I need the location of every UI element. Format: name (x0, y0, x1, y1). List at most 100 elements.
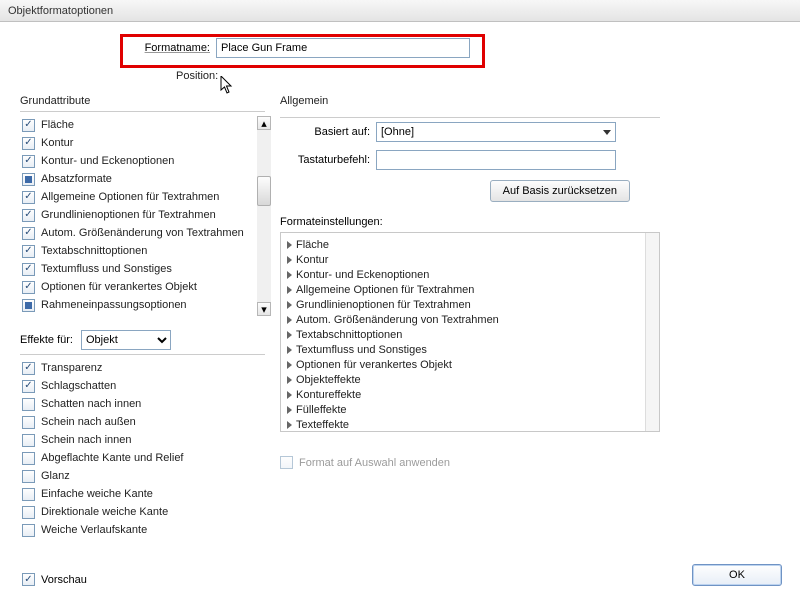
attr-checkbox[interactable] (22, 137, 35, 150)
attr-label: Kontur (41, 137, 73, 149)
position-label: Position: (176, 70, 218, 82)
effect-checkbox[interactable] (22, 470, 35, 483)
attr-scrollbar[interactable]: ▴ ▾ (257, 116, 271, 316)
list-item[interactable]: Kontur- und Eckenoptionen (20, 152, 265, 170)
attr-checkbox[interactable] (22, 299, 35, 312)
effects-for-label: Effekte für: (20, 334, 73, 346)
list-item[interactable]: Glanz (20, 467, 265, 485)
tree-row[interactable]: Autom. Größenänderung von Textrahmen (287, 312, 653, 327)
scroll-thumb[interactable] (257, 176, 271, 206)
list-item[interactable]: Schein nach innen (20, 431, 265, 449)
preview-checkbox[interactable] (22, 573, 35, 586)
effect-label: Schein nach außen (41, 416, 136, 428)
list-item[interactable]: Weiche Verlaufskante (20, 521, 265, 539)
expand-triangle-icon[interactable] (287, 331, 292, 339)
scroll-down-icon[interactable]: ▾ (257, 302, 271, 316)
attr-checkbox[interactable] (22, 155, 35, 168)
effect-label: Einfache weiche Kante (41, 488, 153, 500)
effect-checkbox[interactable] (22, 398, 35, 411)
list-item[interactable]: Allgemeine Optionen für Textrahmen (20, 188, 265, 206)
expand-triangle-icon[interactable] (287, 271, 292, 279)
expand-triangle-icon[interactable] (287, 391, 292, 399)
attr-checkbox[interactable] (22, 245, 35, 258)
expand-triangle-icon[interactable] (287, 286, 292, 294)
attr-label: Textumfluss und Sonstiges (41, 263, 172, 275)
tree-row[interactable]: Optionen für verankertes Objekt (287, 357, 653, 372)
list-item[interactable]: Direktionale weiche Kante (20, 503, 265, 521)
expand-triangle-icon[interactable] (287, 256, 292, 264)
shortcut-input[interactable] (376, 150, 616, 170)
attr-checkbox[interactable] (22, 281, 35, 294)
list-item[interactable]: Transparenz (20, 359, 265, 377)
expand-triangle-icon[interactable] (287, 421, 292, 429)
effect-label: Direktionale weiche Kante (41, 506, 168, 518)
list-item[interactable]: Kontur (20, 134, 265, 152)
effect-label: Abgeflachte Kante und Relief (41, 452, 184, 464)
expand-triangle-icon[interactable] (287, 316, 292, 324)
list-item[interactable]: Autom. Größenänderung von Textrahmen (20, 224, 265, 242)
effect-checkbox[interactable] (22, 488, 35, 501)
tree-row-label: Autom. Größenänderung von Textrahmen (296, 314, 499, 326)
preview-label: Vorschau (41, 574, 87, 586)
expand-triangle-icon[interactable] (287, 406, 292, 414)
cursor-icon (220, 76, 234, 94)
expand-triangle-icon[interactable] (287, 346, 292, 354)
list-item[interactable]: Absatzformate (20, 170, 265, 188)
list-item[interactable]: Rahmeneinpassungsoptionen (20, 296, 265, 314)
expand-triangle-icon[interactable] (287, 376, 292, 384)
list-item[interactable]: Textabschnittoptionen (20, 242, 265, 260)
attr-label: Allgemeine Optionen für Textrahmen (41, 191, 219, 203)
effects-list: Transparenz Schlagschatten Schatten nach i… (20, 359, 265, 539)
tree-row-label: Kontur (296, 254, 328, 266)
formatname-input[interactable] (216, 38, 470, 58)
attr-checkbox[interactable] (22, 263, 35, 276)
based-on-combo[interactable]: [Ohne] (376, 122, 616, 142)
tree-row[interactable]: Textumfluss und Sonstiges (287, 342, 653, 357)
ok-button[interactable]: OK (692, 564, 782, 586)
attr-checkbox[interactable] (22, 227, 35, 240)
list-item[interactable]: Schein nach außen (20, 413, 265, 431)
tree-row[interactable]: Textabschnittoptionen (287, 327, 653, 342)
effect-checkbox[interactable] (22, 506, 35, 519)
list-item[interactable]: Grundlinienoptionen für Textrahmen (20, 206, 265, 224)
attr-checkbox[interactable] (22, 191, 35, 204)
reset-to-base-button[interactable]: Auf Basis zurücksetzen (490, 180, 630, 202)
format-settings-tree[interactable]: Fläche Kontur Kontur- und EckenoptionenAll… (280, 232, 660, 432)
effect-checkbox[interactable] (22, 362, 35, 375)
effect-checkbox[interactable] (22, 524, 35, 537)
tree-row[interactable]: Kontur- und Eckenoptionen (287, 267, 653, 282)
tree-row[interactable]: Allgemeine Optionen für Textrahmen (287, 282, 653, 297)
effect-checkbox[interactable] (22, 452, 35, 465)
tree-row[interactable]: Kontur (287, 252, 653, 267)
attr-checkbox[interactable] (22, 209, 35, 222)
effects-for-select[interactable]: Objekt (81, 330, 171, 350)
list-item[interactable]: Optionen für verankertes Objekt (20, 278, 265, 296)
tree-row-label: Kontur- und Eckenoptionen (296, 269, 429, 281)
effect-checkbox[interactable] (22, 380, 35, 393)
effect-checkbox[interactable] (22, 416, 35, 429)
list-item[interactable]: Einfache weiche Kante (20, 485, 265, 503)
tree-row[interactable]: Fülleffekte (287, 402, 653, 417)
expand-triangle-icon[interactable] (287, 361, 292, 369)
tree-row-label: Grundlinienoptionen für Textrahmen (296, 299, 471, 311)
attr-label: Kontur- und Eckenoptionen (41, 155, 174, 167)
tree-row[interactable]: Objekteffekte (287, 372, 653, 387)
expand-triangle-icon[interactable] (287, 241, 292, 249)
list-item[interactable]: Fläche (20, 116, 265, 134)
list-item[interactable]: Schlagschatten (20, 377, 265, 395)
list-item[interactable]: Schatten nach innen (20, 395, 265, 413)
tree-row[interactable]: Grundlinienoptionen für Textrahmen (287, 297, 653, 312)
tree-row[interactable]: Kontureffekte (287, 387, 653, 402)
attr-checkbox[interactable] (22, 173, 35, 186)
tree-row[interactable]: Texteffekte (287, 417, 653, 432)
effect-checkbox[interactable] (22, 434, 35, 447)
attr-checkbox[interactable] (22, 119, 35, 132)
tree-row[interactable]: Fläche (287, 237, 653, 252)
effect-label: Schlagschatten (41, 380, 116, 392)
tree-scrollbar[interactable] (645, 233, 659, 431)
list-item[interactable]: Abgeflachte Kante und Relief (20, 449, 265, 467)
scroll-up-icon[interactable]: ▴ (257, 116, 271, 130)
attr-label: Optionen für verankertes Objekt (41, 281, 197, 293)
list-item[interactable]: Textumfluss und Sonstiges (20, 260, 265, 278)
expand-triangle-icon[interactable] (287, 301, 292, 309)
